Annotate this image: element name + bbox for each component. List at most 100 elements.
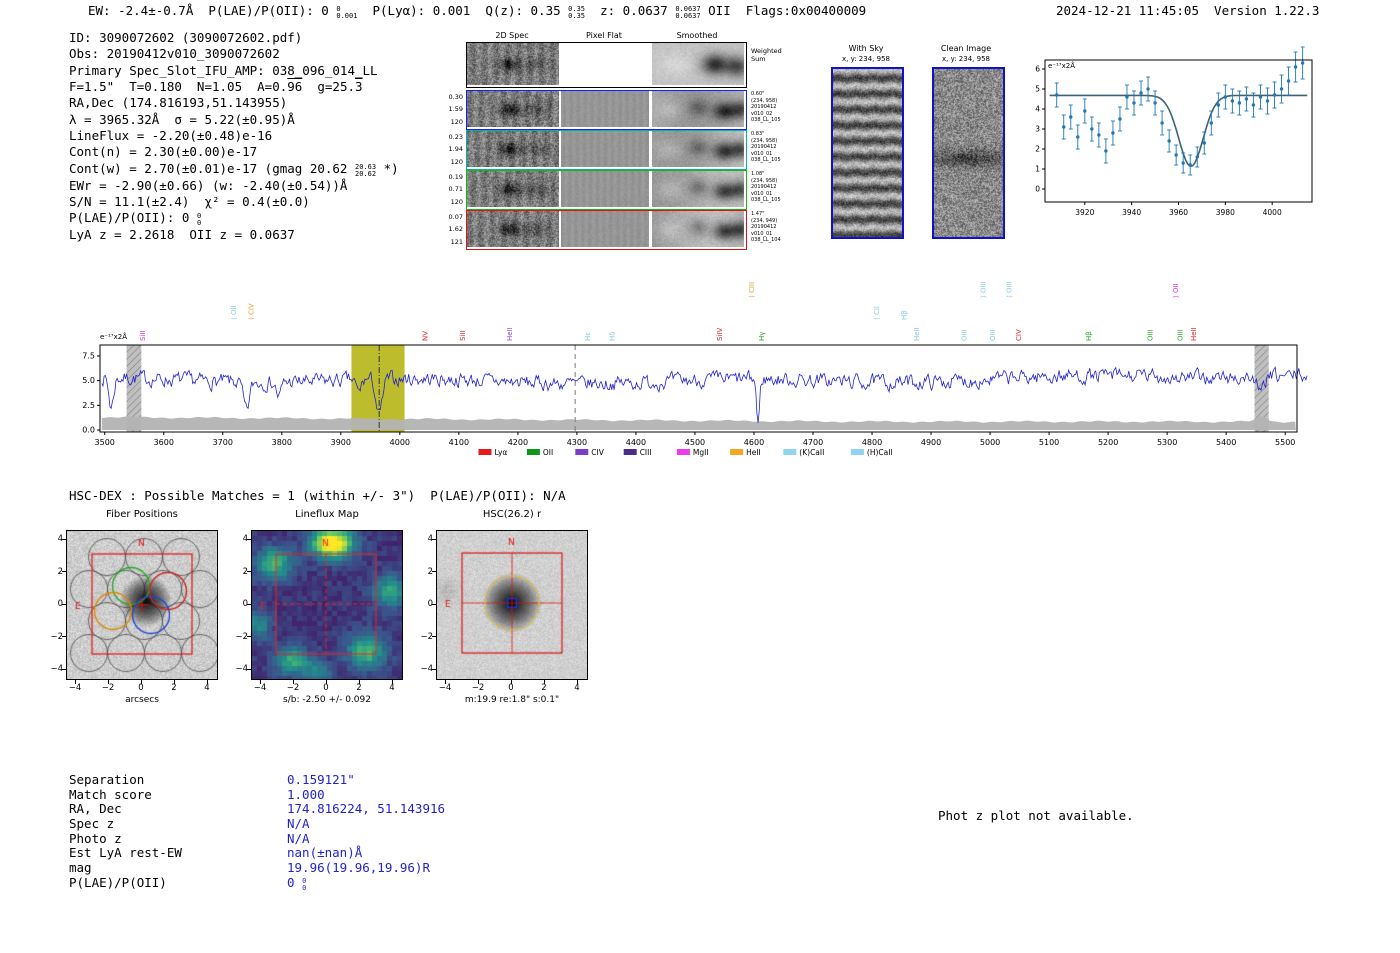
elixer-detection-report: EW: -2.4±-0.7Å P(LAE)/P(OII): 0 0 0.001 P… — [0, 0, 1400, 953]
info-line: Primary Spec_Slot_IFU_AMP: 038_096_014_L… — [69, 62, 378, 78]
fiber-annotation-line: (234, 958) — [751, 97, 778, 104]
match-value: 1.000 — [287, 786, 325, 802]
y-tick-mark — [432, 603, 436, 605]
legend-swatch — [526, 449, 540, 455]
y-tick-label: 2 — [242, 566, 248, 577]
y-tick-mark — [247, 603, 251, 605]
svg-text:6: 6 — [1035, 65, 1040, 74]
spectral-line-label: Hγ — [758, 332, 766, 341]
svg-text:3940: 3940 — [1122, 208, 1141, 217]
svg-text:3500: 3500 — [95, 438, 115, 447]
match-table: Separation 0.159121" Match score 1.000 RA, D… — [69, 772, 446, 892]
full-spectrum-plot: 3500 3600 3700 3800 3900 4000 4100 4200 4300 4400… — [82, 281, 1308, 457]
spec2d-smoothw-image — [652, 43, 744, 85]
with_sky-image — [833, 69, 902, 237]
fiber-weight-value: 1.62 — [448, 225, 463, 234]
spec2d-smooth-image — [652, 91, 744, 127]
fiber-weight-labels: 0.07 1.62 121 — [441, 211, 463, 248]
fiber-annotation-line: (234, 949) — [751, 217, 778, 224]
fiber-weight-value: 120 — [450, 197, 463, 206]
x-tick-mark — [576, 680, 578, 684]
svg-text:7.5: 7.5 — [82, 351, 95, 360]
spectral-line-label: OIII — [1176, 329, 1184, 341]
info-line: Obs: 20190412v010_3090072602 — [69, 46, 280, 62]
y-tick-label: 4 — [57, 534, 63, 544]
cutout-hsc — [436, 530, 588, 680]
svg-text:4700: 4700 — [803, 438, 823, 447]
spectral-line-label: ⟨ OII — [230, 305, 238, 320]
with_sky-image-frame — [831, 67, 904, 239]
spectral-line-label: OIII — [989, 329, 997, 341]
match-value: N/A — [287, 830, 310, 846]
svg-text:0.0: 0.0 — [82, 426, 95, 435]
fiber-weight-value: 0.07 — [448, 213, 463, 221]
y-tick-mark — [62, 538, 66, 540]
match-label: Separation — [69, 772, 145, 787]
spectral-line-label: HeII — [1190, 327, 1198, 341]
match-value: 174.816224, 51.143916 — [287, 801, 446, 817]
fiber-weight-labels: 0.23 1.94 120 — [441, 131, 463, 168]
fiber-annotation-line: v010_01 — [751, 190, 773, 197]
x-tick-label: −2 — [101, 683, 115, 693]
info-line: Cont(n) = 2.30(±0.00)e-17 — [69, 144, 258, 160]
fiber-annotation-line: 20190412 — [751, 144, 777, 151]
cutout-xlabel: s/b: -2.50 +/- 0.092 — [283, 695, 371, 705]
fiber-annotation-line: 038_LL_104 — [751, 237, 781, 244]
y-tick-mark — [432, 538, 436, 540]
fiber-annotation-line: 038_LL_105 — [751, 157, 781, 164]
spectral-line-label: ⟨ CIV — [247, 303, 255, 320]
spectral-line-label: ⟨ CIII — [748, 282, 756, 298]
match-value: 19.96(19.96,19.96)R — [287, 859, 430, 875]
svg-text:0: 0 — [1035, 185, 1040, 194]
svg-text:3: 3 — [1035, 125, 1040, 134]
fiber-weight-value: 0.19 — [448, 173, 463, 181]
spec2d-flat-image — [561, 171, 649, 207]
spec2d-smooth-image — [652, 171, 744, 207]
match-row: Spec z N/A — [69, 815, 445, 832]
info-line: F=1.5" T=0.180 N=1.05 A=0.96 g=25.3 — [69, 79, 363, 95]
spec2d-spec2d-image — [467, 211, 559, 247]
spec2d-title: 2D Spec — [495, 31, 529, 40]
info-line: λ = 3965.32Å σ = 5.22(±0.95)Å — [69, 111, 295, 127]
y-tick-mark — [247, 571, 251, 572]
x-tick-label: 4 — [204, 683, 210, 693]
match-value: N/A — [287, 815, 310, 831]
svg-text:4900: 4900 — [921, 438, 941, 447]
fiber-weight-value: 1.94 — [448, 145, 463, 154]
spectral-line-label: OIII — [1146, 329, 1154, 341]
spec2d-flat-image — [561, 91, 649, 127]
spectral-line-label: Hβ — [900, 310, 908, 320]
match-row: P(LAE)/P(OII) 0 00 — [69, 875, 445, 892]
y-tick-mark — [432, 636, 436, 637]
cutout-title: HSC(26.2) r — [482, 509, 542, 520]
svg-text:2.5: 2.5 — [82, 401, 95, 410]
x-tick-mark — [107, 680, 109, 684]
x-tick-mark — [259, 680, 261, 684]
match-value: 0.159121" — [287, 772, 355, 787]
svg-text:4: 4 — [1035, 105, 1040, 114]
svg-text:2: 2 — [1035, 145, 1040, 154]
svg-text:3600: 3600 — [154, 438, 174, 447]
spectral-line-label: SiII — [459, 330, 467, 341]
spectral-line-label: Hε — [584, 332, 592, 341]
noise-band — [101, 416, 1296, 430]
spec2d-title: Smoothed — [676, 31, 718, 40]
svg-text:3920: 3920 — [1075, 208, 1094, 217]
cutout-xlabel: m:19.9 re:1.8" s:0.1" — [464, 695, 560, 705]
clean-image — [934, 69, 1003, 237]
x-tick-mark — [358, 680, 360, 684]
legend-swatch — [676, 449, 690, 455]
spectral-line-label: ⟩ OIII — [979, 281, 987, 298]
y-tick-label: 4 — [242, 534, 248, 544]
svg-text:1: 1 — [1035, 165, 1040, 174]
spec2d-row — [466, 170, 747, 210]
legend-label: CIV — [591, 448, 604, 457]
svg-text:4100: 4100 — [449, 438, 469, 447]
legend-swatch — [478, 449, 492, 455]
legend-swatch — [575, 449, 589, 455]
spec2d-row — [466, 42, 747, 88]
x-tick-mark — [140, 680, 142, 684]
photz-note: Phot z plot not available. — [938, 808, 1134, 823]
y-tick-mark — [432, 668, 436, 670]
svg-text:5100: 5100 — [1039, 438, 1059, 447]
